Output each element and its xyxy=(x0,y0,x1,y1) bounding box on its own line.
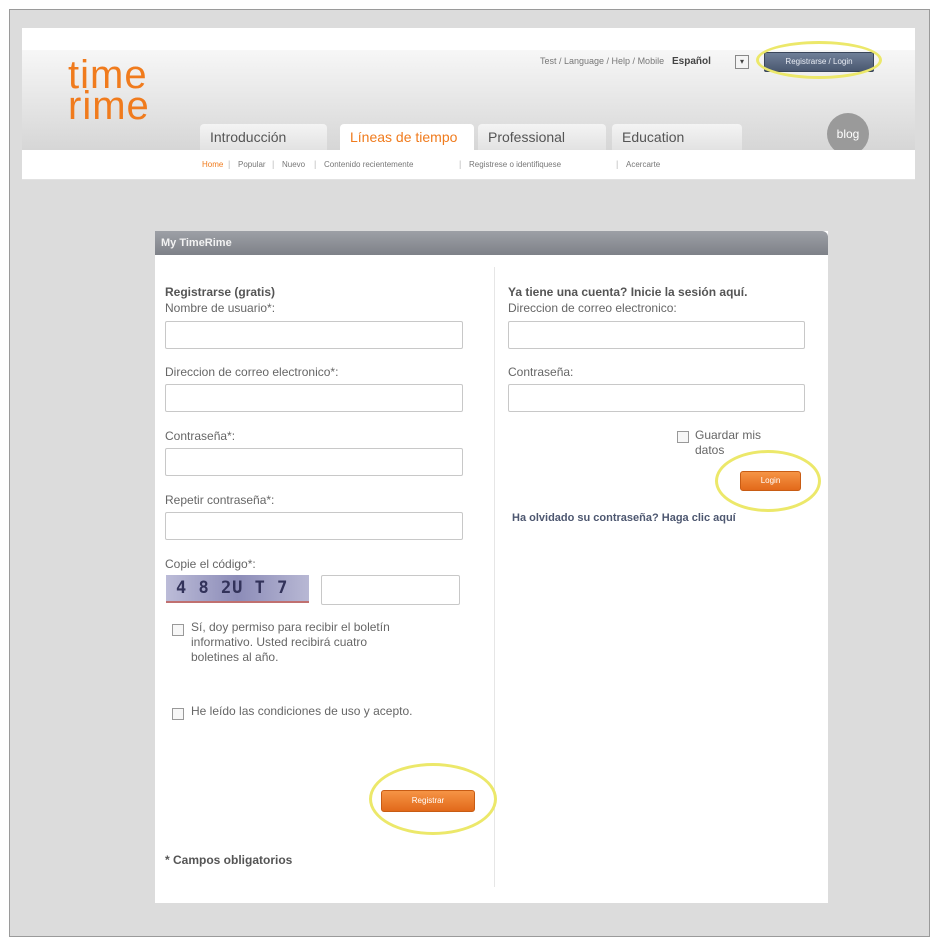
terms-text: He leído las condiciones de uso y acepto… xyxy=(191,704,413,718)
subnav-separator: | xyxy=(272,159,275,169)
captcha-input[interactable] xyxy=(321,575,460,605)
repeat-password-input[interactable] xyxy=(165,512,463,540)
tab-education[interactable]: Education xyxy=(612,124,742,150)
language-dropdown-icon[interactable]: ▾ xyxy=(735,55,749,69)
logo-line-2: rime xyxy=(68,84,150,128)
highlight-circle-top-login xyxy=(756,41,882,79)
login-email-input[interactable] xyxy=(508,321,805,349)
login-heading: Ya tiene una cuenta? Inicie la sesión aq… xyxy=(508,285,748,299)
subnav-item-register[interactable]: Registrese o identifiquese xyxy=(469,160,561,169)
username-input[interactable] xyxy=(165,321,463,349)
register-email-label: Direccion de correo electronico*: xyxy=(165,365,339,379)
register-email-input[interactable] xyxy=(165,384,463,412)
subnav-separator: | xyxy=(459,159,462,169)
repeat-password-label: Repetir contraseña*: xyxy=(165,493,275,507)
subnav-separator: | xyxy=(314,159,317,169)
sub-navigation: Home | Popular | Nuevo | Contenido recie… xyxy=(22,150,915,180)
blog-button[interactable]: blog xyxy=(827,113,869,155)
forgot-password-link[interactable]: Ha olvidado su contraseña? Haga clic aqu… xyxy=(512,512,736,524)
login-password-label: Contraseña: xyxy=(508,365,574,379)
highlight-circle-login xyxy=(715,450,821,512)
subnav-item-about[interactable]: Acercarte xyxy=(626,160,660,169)
my-timerime-panel: My TimeRime Registrarse (gratis) Nombre … xyxy=(155,231,828,903)
login-email-label: Direccion de correo electronico: xyxy=(508,301,677,315)
subnav-item-popular[interactable]: Popular xyxy=(238,160,266,169)
subnav-separator: | xyxy=(616,159,619,169)
register-password-label: Contraseña*: xyxy=(165,429,236,443)
tab-lineas-de-tiempo[interactable]: Líneas de tiempo xyxy=(340,124,474,150)
language-label[interactable]: Español xyxy=(672,56,711,67)
subnav-item-recent[interactable]: Contenido recientemente xyxy=(324,160,413,169)
timerime-logo[interactable]: time rime xyxy=(68,55,150,128)
newsletter-checkbox[interactable] xyxy=(172,624,184,636)
panel-title: My TimeRime xyxy=(155,231,828,255)
terms-checkbox[interactable] xyxy=(172,708,184,720)
captcha-label: Copie el código*: xyxy=(165,557,256,571)
register-password-input[interactable] xyxy=(165,448,463,476)
captcha-image: 4 8 2U T 7 xyxy=(166,575,309,603)
highlight-circle-register xyxy=(369,763,497,835)
remember-checkbox[interactable] xyxy=(677,431,689,443)
username-label: Nombre de usuario*: xyxy=(165,301,276,315)
subnav-separator: | xyxy=(228,159,231,169)
subnav-item-nuevo[interactable]: Nuevo xyxy=(282,160,305,169)
required-fields-note: * Campos obligatorios xyxy=(165,853,293,867)
tab-professional[interactable]: Professional xyxy=(478,124,606,150)
login-password-input[interactable] xyxy=(508,384,805,412)
top-links[interactable]: Test / Language / Help / Mobile xyxy=(540,56,664,66)
site-header: time rime Test / Language / Help / Mobil… xyxy=(22,28,915,180)
newsletter-text: Sí, doy permiso para recibir el boletín … xyxy=(191,620,390,664)
register-heading: Registrarse (gratis) xyxy=(165,285,276,299)
subnav-item-home[interactable]: Home xyxy=(202,160,223,169)
tab-introduccion[interactable]: Introducción xyxy=(200,124,327,150)
